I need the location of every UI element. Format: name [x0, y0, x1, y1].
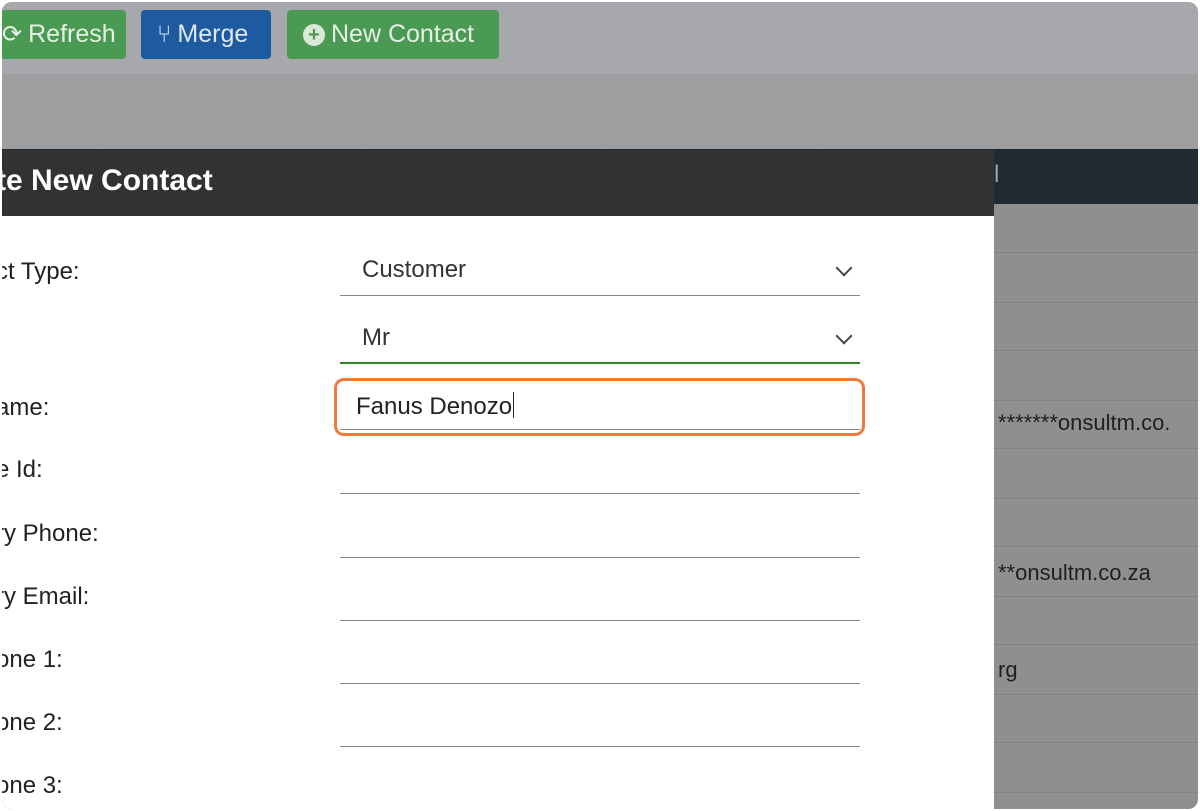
modal-header: te New Contact — [2, 150, 994, 216]
app-window: ⟳ Refresh ⑂ Merge + New Contact l ******… — [2, 2, 1198, 809]
primary-phone-label: ry Phone: — [2, 520, 99, 547]
primary-email-input[interactable] — [340, 573, 860, 621]
title-select[interactable]: Mr — [340, 316, 860, 364]
id-input[interactable] — [340, 446, 860, 494]
phone-3-label: one 3: — [2, 772, 63, 799]
phone-1-label: one 1: — [2, 646, 63, 673]
title-value: Mr — [362, 324, 390, 351]
table-row-divider — [994, 400, 1198, 401]
contact-type-label: ct Type: — [2, 258, 80, 285]
contact-type-value: Customer — [362, 256, 467, 283]
table-row-divider — [994, 302, 1198, 303]
table-row-divider — [994, 792, 1198, 793]
table-row-divider — [994, 448, 1198, 449]
table-row-divider — [994, 596, 1198, 597]
table-cell-email: *******onsultm.co. — [998, 410, 1171, 435]
primary-phone-input[interactable] — [340, 510, 860, 558]
table-row-divider — [994, 350, 1198, 351]
id-label: e Id: — [2, 456, 43, 483]
filter-bar — [2, 74, 1198, 149]
new-contact-button[interactable]: + New Contact — [287, 10, 499, 59]
chevron-down-icon — [835, 327, 853, 345]
primary-email-label: ry Email: — [2, 583, 90, 610]
phone-3-input[interactable] — [340, 762, 860, 809]
table-row-divider — [994, 742, 1198, 743]
name-label: ame: — [2, 394, 50, 421]
contact-type-select[interactable]: Customer — [340, 248, 860, 296]
table-cell-email: **onsultm.co.za — [998, 560, 1151, 585]
refresh-button[interactable]: ⟳ Refresh — [2, 10, 126, 59]
new-contact-button-label: New Contact — [331, 20, 475, 48]
phone-2-label: one 2: — [2, 709, 63, 736]
column-header: l — [994, 161, 1000, 188]
toolbar: ⟳ Refresh ⑂ Merge + New Contact — [2, 2, 1198, 74]
focus-highlight — [334, 378, 865, 436]
merge-button[interactable]: ⑂ Merge — [141, 10, 271, 59]
table-row-divider — [994, 644, 1198, 645]
chevron-down-icon — [835, 259, 853, 277]
modal-title: te New Contact — [2, 164, 213, 197]
phone-2-input[interactable] — [340, 699, 860, 747]
plus-circle-icon: + — [303, 23, 325, 46]
merge-button-label: Merge — [177, 20, 249, 48]
table-row-divider — [994, 546, 1198, 547]
phone-1-input[interactable] — [340, 636, 860, 684]
table-row-divider — [994, 694, 1198, 695]
table-cell-email: rg — [998, 657, 1018, 682]
create-contact-modal: te New Contact ct Type: Customer Mr ame:… — [2, 150, 994, 809]
refresh-button-label: Refresh — [28, 20, 116, 48]
refresh-icon: ⟳ — [2, 21, 23, 48]
merge-icon: ⑂ — [157, 21, 172, 48]
table-row-divider — [994, 498, 1198, 499]
table-row-divider — [994, 252, 1198, 253]
